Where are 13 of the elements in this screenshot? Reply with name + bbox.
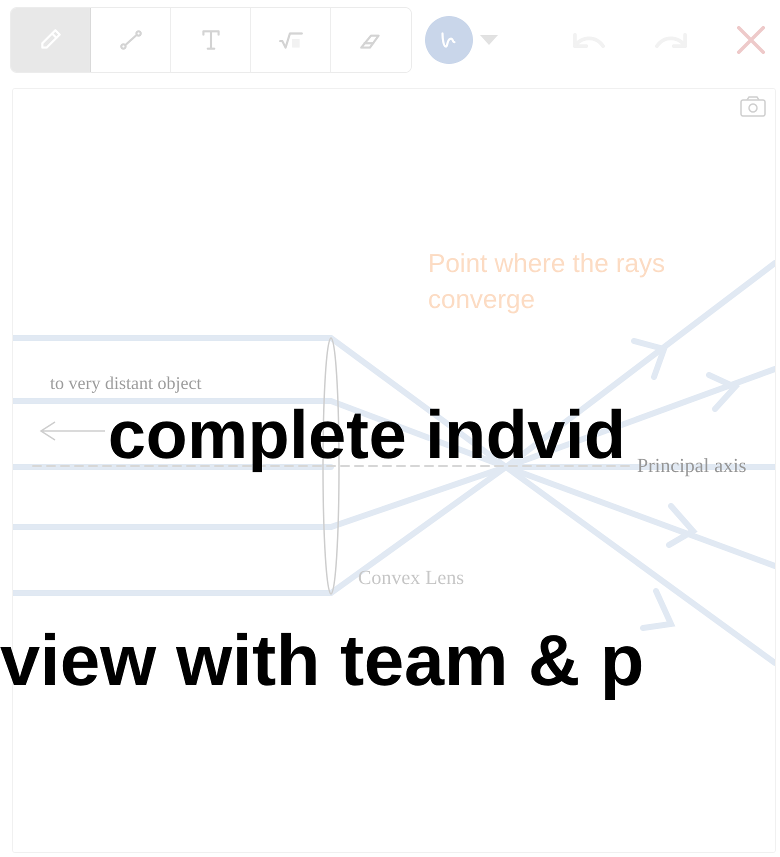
left-arrow <box>40 421 106 441</box>
close-button[interactable] <box>737 26 765 54</box>
color-button[interactable] <box>425 16 473 64</box>
overlay-caption: complete indvid <box>108 398 626 473</box>
tool-button[interactable] <box>11 8 91 72</box>
diagram-label: to very distant object <box>50 373 202 394</box>
overlay-caption: view with team & p <box>0 622 644 702</box>
camera-icon[interactable] <box>740 96 766 117</box>
annotation-text: Point where the rays converge <box>428 247 666 316</box>
dropdown-caret[interactable] <box>479 34 499 46</box>
caret-icon <box>479 34 499 46</box>
close-icon <box>737 26 765 54</box>
diagram-label: Principal axis <box>637 455 746 478</box>
